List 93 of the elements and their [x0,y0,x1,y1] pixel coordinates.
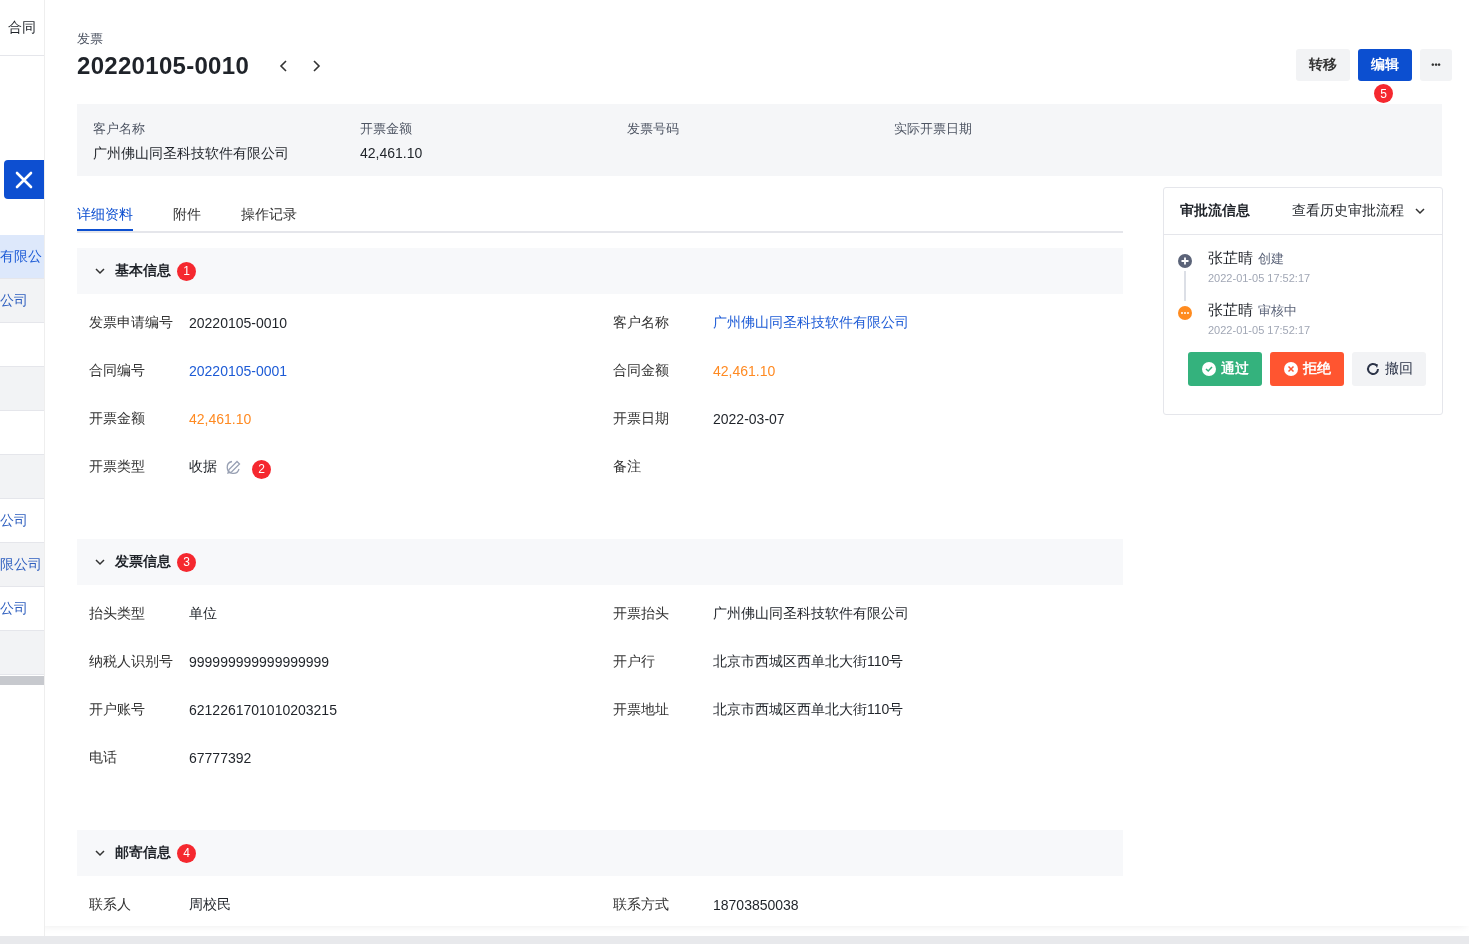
list-row[interactable] [0,455,44,499]
approver-name: 张芷晴 [1208,249,1253,268]
field-label: 备注 [613,458,642,476]
annotation-marker: 1 [177,261,196,281]
field-value: 999999999999999999 [189,654,330,670]
field-value: 单位 [189,605,217,623]
tab[interactable]: 操作记录 [241,192,297,229]
row-text: 公司 [0,291,28,310]
row-text: 有限公 [0,247,42,266]
field-label: 客户名称 [613,314,670,332]
withdraw-button[interactable]: 撤回 [1352,352,1426,386]
field-label: 发票申请编号 [89,314,174,332]
pending-icon [1178,306,1192,320]
annotation-marker: 2 [252,459,271,479]
scrollbar [0,676,44,685]
chevron-icon [94,847,106,859]
step-status: 审核中 [1258,302,1297,320]
tab[interactable]: 详细资料 [77,192,133,231]
field-label: 开票日期 [613,410,670,428]
field-value: 42,461.10 [713,363,776,379]
field-value: 20220105-0010 [189,315,288,331]
more-button[interactable]: ••• [1420,49,1452,81]
field-value: 67777392 [189,750,252,766]
field-label: 联系方式 [613,896,670,914]
summary-label: 发票号码 [627,120,680,138]
history-dropdown[interactable]: 查看历史审批流程 [1292,202,1426,220]
field-value: 42,461.10 [189,411,252,427]
chevron-right-icon [311,59,322,73]
field-value: 北京市西城区西单北大街110号 [713,653,904,671]
section-header[interactable]: 邮寄信息 4 [77,830,1123,876]
field-value: 6212261701010203215 [189,702,337,718]
summary-value: 42,461.10 [360,145,424,161]
section-title: 发票信息 [115,553,171,571]
cross-icon [1283,362,1298,376]
list-title: 合同 [8,18,36,37]
section-header[interactable]: 基本信息 1 [77,248,1123,294]
field-link[interactable]: 20220105-0001 [189,363,288,379]
plus-icon [1178,254,1192,268]
list-row[interactable]: 有限公 [0,235,44,279]
list-row[interactable]: 公司 [0,279,44,323]
field-label: 开票地址 [613,701,670,719]
close-button[interactable] [4,160,44,199]
field-label: 开票金额 [89,410,146,428]
field-label: 抬头类型 [89,605,146,623]
section-title: 基本信息 [115,262,171,280]
field-label: 联系人 [89,896,132,914]
step-status: 创建 [1258,250,1284,268]
record-type: 发票 [77,30,104,48]
annotation-marker: 5 [1374,84,1393,103]
field-label: 开票抬头 [613,605,670,623]
section-title: 邮寄信息 [115,844,171,862]
row-text: 公司 [0,599,28,618]
field-label: 开票类型 [89,458,146,476]
annotation-marker: 4 [177,843,196,863]
list-row[interactable] [0,631,44,675]
panel-title: 审批流信息 [1180,202,1250,220]
annotation-marker: 3 [177,552,196,572]
field-label: 合同金额 [613,362,670,380]
check-icon [1201,362,1216,376]
step-time: 2022-01-05 17:52:17 [1208,272,1311,284]
step-time: 2022-01-05 17:52:17 [1208,324,1311,336]
field-label: 纳税人识别号 [89,653,174,671]
chevron-icon [94,556,106,568]
field-label: 开户账号 [89,701,146,719]
tab[interactable]: 附件 [173,192,201,229]
summary-label: 客户名称 [93,120,146,138]
field-value: 2022-03-07 [713,411,785,427]
summary-label: 实际开票日期 [894,120,973,138]
row-text: 公司 [0,511,28,530]
field-label: 合同编号 [89,362,146,380]
refresh-icon [1365,362,1380,376]
field-value: 周校民 [189,896,231,914]
field-link[interactable]: 广州佛山同圣科技软件有限公司 [713,314,909,332]
close-icon [14,169,34,190]
chevron-down-icon [1414,205,1426,217]
summary-value: 广州佛山同圣科技软件有限公司 [93,145,290,163]
field-value: 18703850038 [713,897,799,913]
approver-name: 张芷晴 [1208,301,1253,320]
edit-button[interactable]: 编辑 [1358,49,1412,81]
list-row[interactable]: 限公司 [0,543,44,587]
section-header[interactable]: 发票信息 3 [77,539,1123,585]
summary-label: 开票金额 [360,120,413,138]
field-label: 开户行 [613,653,656,671]
chevron-icon [94,265,106,277]
list-row[interactable] [0,367,44,411]
chevron-left-icon [279,59,290,73]
transfer-button[interactable]: 转移 [1296,49,1350,81]
field-value: 广州佛山同圣科技软件有限公司 [713,605,909,623]
record-title: 20220105-0010 [77,52,250,80]
field-value: 收据 [189,458,217,476]
field-label: 电话 [89,749,118,767]
field-value: 北京市西城区西单北大街110号 [713,701,904,719]
row-text: 限公司 [0,555,42,574]
